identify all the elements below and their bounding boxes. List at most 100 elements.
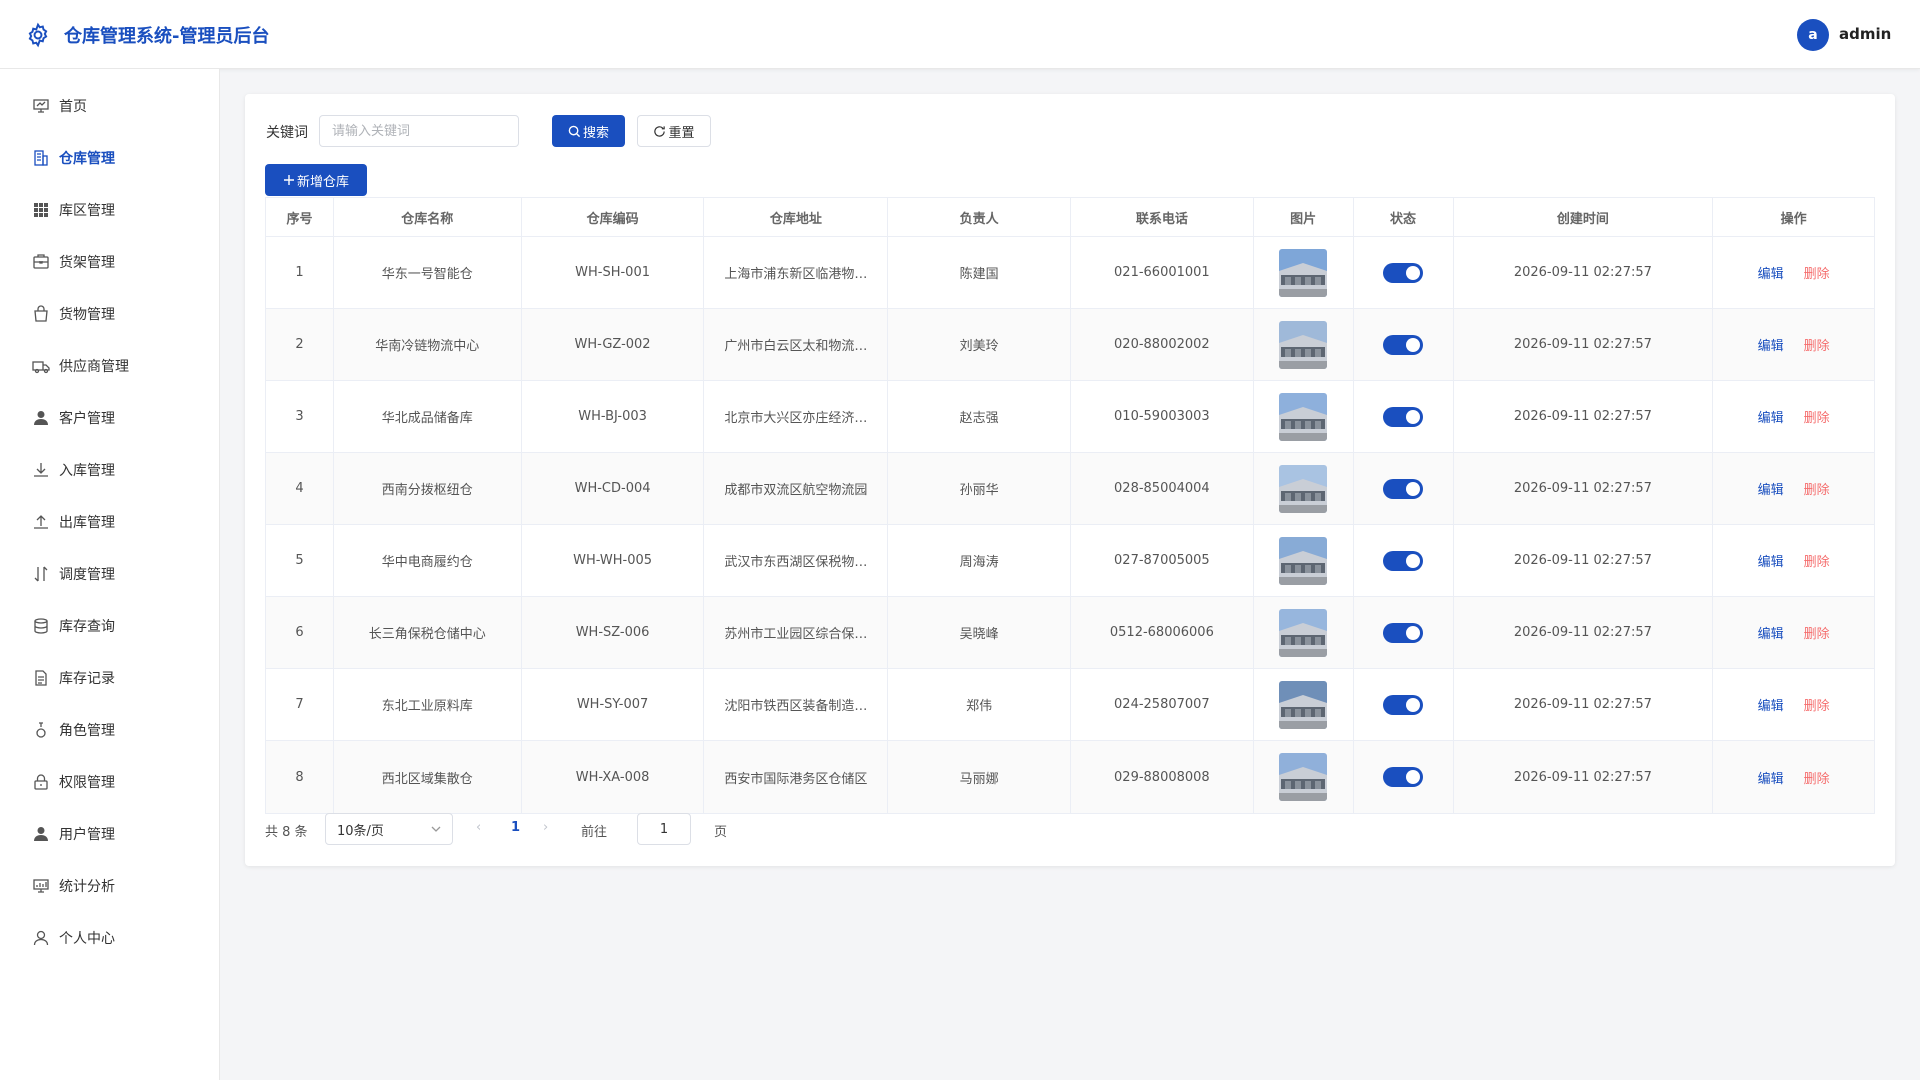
sidebar-item-goods[interactable]: 货物管理 [0, 288, 219, 340]
next-page-button[interactable]: › [543, 820, 548, 835]
warehouse-thumbnail[interactable] [1279, 608, 1328, 657]
sidebar-item-inventory-record[interactable]: 库存记录 [0, 652, 219, 704]
status-toggle[interactable] [1383, 478, 1424, 499]
warehouse-thumbnail[interactable] [1279, 536, 1328, 585]
sidebar-item-shelf[interactable]: 货架管理 [0, 236, 219, 288]
cell-address: 成都市双流区航空物流园 [704, 453, 889, 524]
table-row: 2 华南冷链物流中心 WH-GZ-002 广州市白云区太和物流… 刘美玲 020-8800… [266, 309, 1874, 381]
edit-button[interactable]: 编辑 [1758, 479, 1784, 498]
user-icon [34, 827, 48, 841]
sidebar-item-label: 仓库管理 [59, 151, 115, 167]
search-button[interactable]: 搜索 [552, 115, 625, 147]
edit-button[interactable]: 编辑 [1758, 335, 1784, 354]
delete-button[interactable]: 删除 [1804, 695, 1830, 714]
sidebar-item-outbound[interactable]: 出库管理 [0, 496, 219, 548]
warehouse-thumbnail[interactable] [1279, 320, 1328, 369]
status-toggle[interactable] [1383, 550, 1424, 571]
document-icon [35, 670, 47, 686]
cell-code: WH-SY-007 [522, 669, 705, 740]
edit-button[interactable]: 编辑 [1758, 695, 1784, 714]
edit-button[interactable]: 编辑 [1758, 623, 1784, 642]
warehouse-thumbnail[interactable] [1279, 680, 1328, 729]
status-toggle[interactable] [1383, 694, 1424, 715]
delete-button[interactable]: 删除 [1804, 407, 1830, 426]
search-button-label: 搜索 [582, 125, 609, 141]
delete-button[interactable]: 删除 [1804, 768, 1830, 787]
cell-image [1254, 453, 1354, 524]
sidebar-item-supplier[interactable]: 供应商管理 [0, 340, 219, 392]
status-toggle[interactable] [1383, 767, 1424, 787]
sidebar-item-dispatch[interactable]: 调度管理 [0, 548, 219, 600]
sidebar-item-warehouse[interactable]: 仓库管理 [0, 132, 219, 184]
delete-button[interactable]: 删除 [1804, 551, 1830, 570]
refresh-icon [654, 125, 666, 137]
warehouse-address: 广州市白云区太和物流… [724, 339, 868, 354]
cell-manager: 周海涛 [888, 525, 1071, 596]
cell-status [1354, 237, 1454, 308]
reset-button[interactable]: 重置 [637, 115, 711, 147]
delete-button[interactable]: 删除 [1804, 479, 1830, 498]
delete-button[interactable]: 删除 [1804, 335, 1830, 354]
keyword-input[interactable] [319, 115, 519, 147]
cell-manager: 马丽娜 [888, 741, 1071, 813]
warehouse-thumbnail[interactable] [1279, 753, 1328, 801]
goto-page-input[interactable] [637, 813, 691, 845]
sidebar-item-home[interactable]: 首页 [0, 80, 219, 132]
cell-address: 西安市国际港务区仓储区 [704, 741, 889, 813]
page-number-current[interactable]: 1 [511, 820, 520, 835]
edit-button[interactable]: 编辑 [1758, 263, 1784, 282]
cell-manager: 刘美玲 [888, 309, 1071, 380]
sidebar-item-label: 库存记录 [59, 671, 115, 687]
cell-manager: 赵志强 [888, 381, 1071, 452]
cell-actions: 编辑 删除 [1713, 741, 1874, 813]
warehouse-table: 序号 仓库名称 仓库编码 仓库地址 负责人 联系电话 图片 状态 创建时间 操作… [265, 197, 1875, 814]
download-icon [34, 463, 48, 477]
status-toggle[interactable] [1383, 334, 1424, 355]
cell-status [1354, 525, 1454, 596]
page-size-select[interactable]: 10条/页 [325, 813, 453, 845]
add-warehouse-button[interactable]: 新增仓库 [265, 164, 367, 196]
sidebar-item-profile[interactable]: 个人中心 [0, 912, 219, 964]
warehouse-name: 长三角保税仓储中心 [368, 627, 486, 642]
cell-created: 2026-09-11 02:27:57 [1454, 669, 1714, 740]
edit-button[interactable]: 编辑 [1758, 768, 1784, 787]
cell-index: 5 [266, 525, 334, 596]
sidebar-item-role[interactable]: 角色管理 [0, 704, 219, 756]
cell-image [1254, 237, 1354, 308]
sidebar-item-user[interactable]: 用户管理 [0, 808, 219, 860]
cell-created: 2026-09-11 02:27:57 [1454, 309, 1714, 380]
sidebar-item-customer[interactable]: 客户管理 [0, 392, 219, 444]
sidebar-item-permission[interactable]: 权限管理 [0, 756, 219, 808]
sidebar-item-label: 个人中心 [59, 931, 115, 947]
status-toggle[interactable] [1383, 622, 1424, 643]
sidebar-item-inventory-query[interactable]: 库存查询 [0, 600, 219, 652]
warehouse-thumbnail[interactable] [1279, 248, 1328, 297]
edit-button[interactable]: 编辑 [1758, 407, 1784, 426]
warehouse-thumbnail[interactable] [1279, 392, 1328, 441]
delete-button[interactable]: 删除 [1804, 623, 1830, 642]
avatar[interactable]: a [1797, 19, 1829, 51]
sidebar-item-inbound[interactable]: 入库管理 [0, 444, 219, 496]
edit-button[interactable]: 编辑 [1758, 551, 1784, 570]
warehouse-thumbnail[interactable] [1279, 464, 1328, 513]
status-toggle[interactable] [1383, 262, 1424, 283]
cell-address: 上海市浦东新区临港物… [704, 237, 889, 308]
delete-button[interactable]: 删除 [1804, 263, 1830, 282]
cell-status [1354, 453, 1454, 524]
sidebar-item-zone[interactable]: 库区管理 [0, 184, 219, 236]
sidebar-item-label: 客户管理 [59, 411, 115, 427]
dashboard-icon [33, 99, 49, 113]
table-body: 1 华东一号智能仓 WH-SH-001 上海市浦东新区临港物… 陈建国 021-66001… [266, 237, 1874, 813]
sidebar-item-statistics[interactable]: 统计分析 [0, 860, 219, 912]
column-header: 仓库名称 [334, 198, 522, 236]
grid-icon [34, 203, 48, 217]
prev-page-button[interactable]: ‹ [476, 820, 481, 835]
cell-actions: 编辑 删除 [1713, 381, 1874, 452]
username[interactable]: admin [1839, 25, 1891, 43]
cell-name: 华北成品储备库 [334, 381, 522, 452]
column-header: 状态 [1354, 198, 1454, 236]
sidebar-item-label: 调度管理 [59, 567, 115, 583]
cell-index: 8 [266, 741, 334, 813]
status-toggle[interactable] [1383, 406, 1424, 427]
cell-actions: 编辑 删除 [1713, 597, 1874, 668]
